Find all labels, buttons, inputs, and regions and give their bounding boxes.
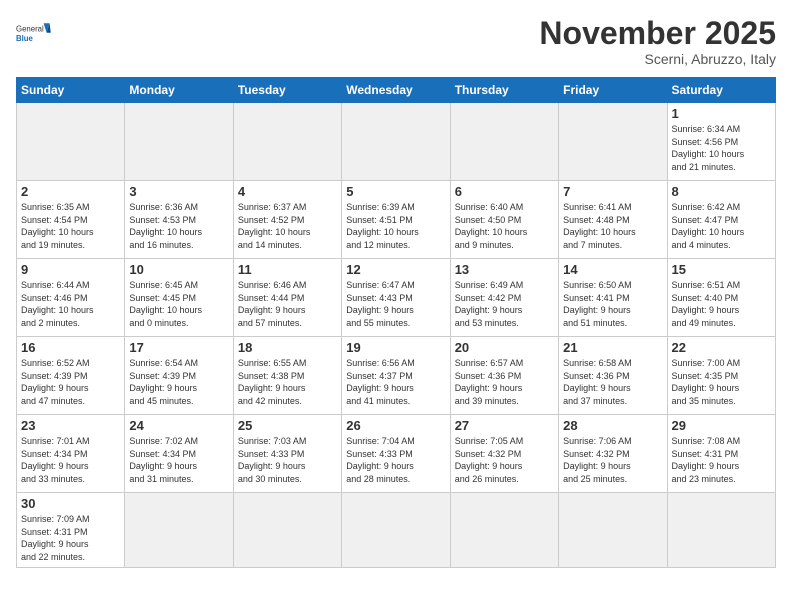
header-wednesday: Wednesday (342, 78, 450, 103)
empty-cell (125, 493, 233, 567)
day-20: 20 Sunrise: 6:57 AM Sunset: 4:36 PM Dayl… (450, 337, 558, 415)
day-9: 9 Sunrise: 6:44 AM Sunset: 4:46 PM Dayli… (17, 259, 125, 337)
day-26: 26 Sunrise: 7:04 AM Sunset: 4:33 PM Dayl… (342, 415, 450, 493)
empty-cell (667, 493, 775, 567)
day-8: 8 Sunrise: 6:42 AM Sunset: 4:47 PM Dayli… (667, 181, 775, 259)
day-13: 13 Sunrise: 6:49 AM Sunset: 4:42 PM Dayl… (450, 259, 558, 337)
header-monday: Monday (125, 78, 233, 103)
calendar-table: Sunday Monday Tuesday Wednesday Thursday… (16, 77, 776, 567)
empty-cell (17, 103, 125, 181)
day-22: 22 Sunrise: 7:00 AM Sunset: 4:35 PM Dayl… (667, 337, 775, 415)
day-2: 2 Sunrise: 6:35 AM Sunset: 4:54 PM Dayli… (17, 181, 125, 259)
day-14: 14 Sunrise: 6:50 AM Sunset: 4:41 PM Dayl… (559, 259, 667, 337)
table-row: 30 Sunrise: 7:09 AM Sunset: 4:31 PM Dayl… (17, 493, 776, 567)
day-17: 17 Sunrise: 6:54 AM Sunset: 4:39 PM Dayl… (125, 337, 233, 415)
empty-cell (342, 103, 450, 181)
day-12: 12 Sunrise: 6:47 AM Sunset: 4:43 PM Dayl… (342, 259, 450, 337)
logo: GeneralBlue (16, 16, 52, 52)
svg-text:Blue: Blue (16, 34, 34, 43)
empty-cell (559, 103, 667, 181)
day-5: 5 Sunrise: 6:39 AM Sunset: 4:51 PM Dayli… (342, 181, 450, 259)
day-29: 29 Sunrise: 7:08 AM Sunset: 4:31 PM Dayl… (667, 415, 775, 493)
header-friday: Friday (559, 78, 667, 103)
empty-cell (450, 103, 558, 181)
day-15: 15 Sunrise: 6:51 AM Sunset: 4:40 PM Dayl… (667, 259, 775, 337)
header: GeneralBlue November 2025 Scerni, Abruzz… (16, 16, 776, 67)
day-21: 21 Sunrise: 6:58 AM Sunset: 4:36 PM Dayl… (559, 337, 667, 415)
svg-text:General: General (16, 25, 44, 34)
header-thursday: Thursday (450, 78, 558, 103)
day-1: 1 Sunrise: 6:34 AM Sunset: 4:56 PM Dayli… (667, 103, 775, 181)
day-6: 6 Sunrise: 6:40 AM Sunset: 4:50 PM Dayli… (450, 181, 558, 259)
empty-cell (450, 493, 558, 567)
table-row: 1 Sunrise: 6:34 AM Sunset: 4:56 PM Dayli… (17, 103, 776, 181)
empty-cell (233, 103, 341, 181)
empty-cell (233, 493, 341, 567)
table-row: 16 Sunrise: 6:52 AM Sunset: 4:39 PM Dayl… (17, 337, 776, 415)
day-11: 11 Sunrise: 6:46 AM Sunset: 4:44 PM Dayl… (233, 259, 341, 337)
day-30: 30 Sunrise: 7:09 AM Sunset: 4:31 PM Dayl… (17, 493, 125, 567)
page: GeneralBlue November 2025 Scerni, Abruzz… (0, 0, 792, 612)
day-10: 10 Sunrise: 6:45 AM Sunset: 4:45 PM Dayl… (125, 259, 233, 337)
header-saturday: Saturday (667, 78, 775, 103)
table-row: 2 Sunrise: 6:35 AM Sunset: 4:54 PM Dayli… (17, 181, 776, 259)
day-16: 16 Sunrise: 6:52 AM Sunset: 4:39 PM Dayl… (17, 337, 125, 415)
weekday-header-row: Sunday Monday Tuesday Wednesday Thursday… (17, 78, 776, 103)
table-row: 9 Sunrise: 6:44 AM Sunset: 4:46 PM Dayli… (17, 259, 776, 337)
day-3: 3 Sunrise: 6:36 AM Sunset: 4:53 PM Dayli… (125, 181, 233, 259)
calendar-subtitle: Scerni, Abruzzo, Italy (539, 51, 776, 67)
day-18: 18 Sunrise: 6:55 AM Sunset: 4:38 PM Dayl… (233, 337, 341, 415)
day-19: 19 Sunrise: 6:56 AM Sunset: 4:37 PM Dayl… (342, 337, 450, 415)
header-sunday: Sunday (17, 78, 125, 103)
day-4: 4 Sunrise: 6:37 AM Sunset: 4:52 PM Dayli… (233, 181, 341, 259)
calendar-title: November 2025 (539, 16, 776, 51)
day-25: 25 Sunrise: 7:03 AM Sunset: 4:33 PM Dayl… (233, 415, 341, 493)
title-block: November 2025 Scerni, Abruzzo, Italy (539, 16, 776, 67)
empty-cell (125, 103, 233, 181)
empty-cell (342, 493, 450, 567)
day-7: 7 Sunrise: 6:41 AM Sunset: 4:48 PM Dayli… (559, 181, 667, 259)
day-28: 28 Sunrise: 7:06 AM Sunset: 4:32 PM Dayl… (559, 415, 667, 493)
table-row: 23 Sunrise: 7:01 AM Sunset: 4:34 PM Dayl… (17, 415, 776, 493)
day-27: 27 Sunrise: 7:05 AM Sunset: 4:32 PM Dayl… (450, 415, 558, 493)
empty-cell (559, 493, 667, 567)
header-tuesday: Tuesday (233, 78, 341, 103)
day-24: 24 Sunrise: 7:02 AM Sunset: 4:34 PM Dayl… (125, 415, 233, 493)
logo-icon: GeneralBlue (16, 16, 52, 52)
day-23: 23 Sunrise: 7:01 AM Sunset: 4:34 PM Dayl… (17, 415, 125, 493)
